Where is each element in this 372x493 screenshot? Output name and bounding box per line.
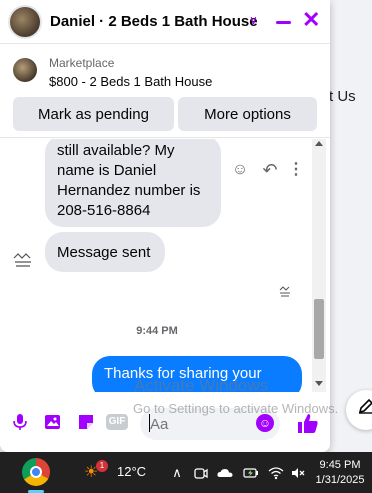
scroll-up-arrow[interactable]	[315, 141, 323, 146]
message-line: still available? My	[57, 142, 175, 159]
clock-time: 9:45 PM	[319, 459, 361, 471]
minimize-icon[interactable]	[276, 21, 291, 24]
messages-scrollbar[interactable]	[312, 139, 326, 392]
scroll-thumb[interactable]	[314, 299, 324, 359]
onedrive-cloud-icon[interactable]	[216, 464, 234, 482]
seen-receipt-avatar	[278, 285, 292, 299]
background-contact-text[interactable]: t Us	[329, 88, 356, 105]
chrome-icon[interactable]	[22, 458, 50, 486]
chat-title[interactable]: Daniel · 2 Beds 1 Bath House	[50, 13, 258, 30]
reply-icon[interactable]: ↶	[261, 161, 279, 179]
clock-date: 1/31/2025	[315, 474, 365, 486]
incoming-message-bubble[interactable]: still available? My name is Daniel Herna…	[45, 139, 221, 227]
scroll-down-arrow[interactable]	[315, 381, 323, 386]
message-line: name is Daniel	[57, 162, 157, 179]
chevron-down-icon[interactable]: ∨	[249, 14, 261, 26]
message-timestamp: 9:44 PM	[136, 325, 178, 337]
message-line: Hernandez number is	[57, 182, 201, 199]
emoji-icon[interactable]: ☺	[256, 414, 274, 432]
message-actions: ☺ ↶ ⋮	[231, 161, 311, 181]
listing-title[interactable]: $800 - 2 Beds 1 Bath House	[49, 74, 212, 89]
chat-header: Daniel · 2 Beds 1 Bath House ∨ ✕	[0, 0, 330, 44]
more-actions-icon[interactable]: ⋮	[287, 161, 305, 179]
incoming-message-bubble[interactable]: Message sent	[45, 232, 165, 272]
gif-icon[interactable]: GIF	[106, 414, 128, 430]
react-emoji-icon[interactable]: ☺	[231, 161, 249, 179]
activate-windows-subtext: Go to Settings to activate Windows.	[133, 401, 339, 416]
sender-avatar[interactable]	[12, 250, 34, 272]
chrome-icon-center	[30, 466, 42, 478]
close-icon[interactable]: ✕	[302, 9, 320, 31]
more-options-button[interactable]: More options	[178, 97, 317, 131]
activate-windows-watermark: Activate Windows	[134, 376, 269, 395]
listing-thumbnail[interactable]	[13, 58, 37, 82]
weather-badge: 1	[96, 460, 108, 472]
marketplace-listing: Marketplace $800 - 2 Beds 1 Bath House M…	[0, 45, 330, 138]
contact-avatar[interactable]	[8, 5, 42, 39]
text-caret	[149, 414, 150, 432]
taskbar-clock[interactable]: 9:45 PM 1/31/2025	[312, 458, 368, 488]
chevron-up-icon[interactable]: ∧	[170, 464, 184, 482]
wifi-icon[interactable]	[268, 464, 284, 482]
windows-taskbar: ☀ 1 12°C ∧ 9:45 PM 1/31/2025	[0, 452, 372, 493]
volume-muted-icon[interactable]	[290, 464, 306, 482]
sticker-icon[interactable]	[76, 412, 96, 432]
battery-charging-icon[interactable]	[243, 464, 259, 482]
weather-temperature[interactable]: 12°C	[117, 464, 146, 479]
message-list: still available? My name is Daniel Herna…	[0, 139, 330, 392]
meet-now-icon[interactable]	[193, 464, 209, 482]
microphone-icon[interactable]	[10, 412, 30, 432]
listing-label: Marketplace	[49, 56, 115, 70]
message-line: 208-516-8864	[57, 202, 151, 219]
mark-as-pending-button[interactable]: Mark as pending	[13, 97, 174, 131]
photo-icon[interactable]	[43, 412, 63, 432]
